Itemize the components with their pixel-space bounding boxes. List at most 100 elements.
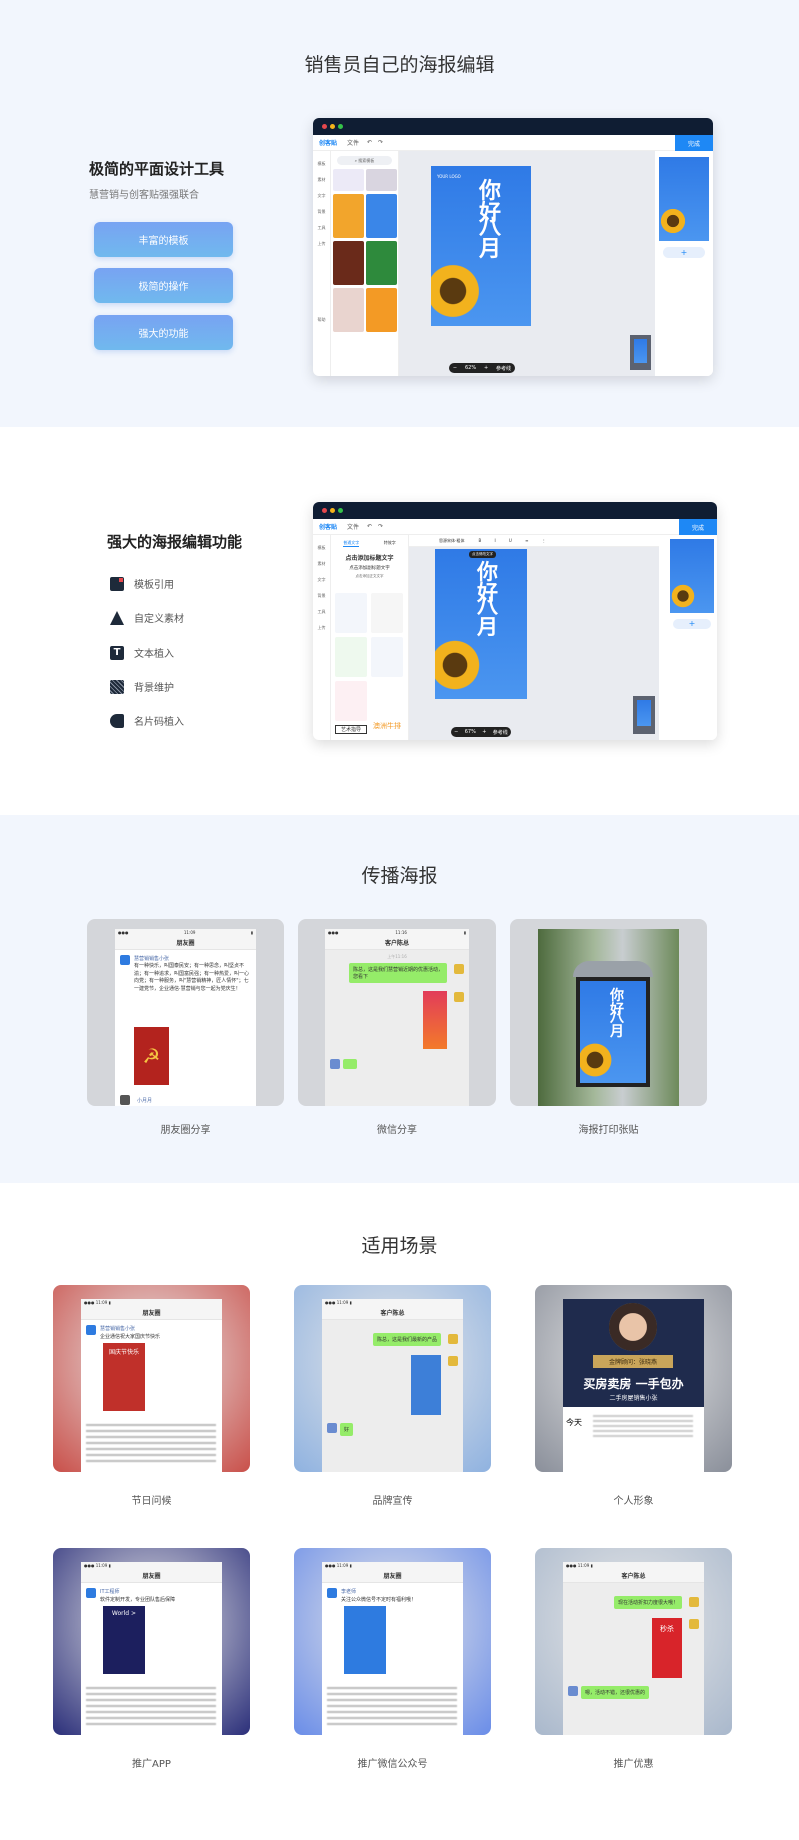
- zoom-in-button[interactable]: +: [484, 365, 488, 371]
- close-dot[interactable]: [322, 124, 327, 129]
- card-caption: 海报打印张贴: [578, 1125, 639, 1136]
- minimap[interactable]: [633, 696, 655, 734]
- template-thumb[interactable]: [333, 169, 364, 191]
- redo-icon[interactable]: ↷: [378, 523, 383, 530]
- rail-text[interactable]: 文字: [313, 193, 330, 199]
- maximize-dot[interactable]: [338, 124, 343, 129]
- page-thumbnail[interactable]: [670, 539, 714, 613]
- page-thumbnail[interactable]: [659, 157, 709, 241]
- steak-text-thumb[interactable]: 澳洲牛排: [373, 723, 401, 730]
- undo-icon[interactable]: ↶: [367, 523, 372, 530]
- feature-item: T 文本植入: [110, 645, 174, 660]
- post-text: 企业通信祝大家国庆节快乐: [100, 1334, 161, 1340]
- minimize-dot[interactable]: [330, 124, 335, 129]
- template-thumb[interactable]: [366, 194, 397, 238]
- maximize-dot[interactable]: [338, 508, 343, 513]
- minimap[interactable]: [630, 335, 651, 370]
- poster-print-card: 你好 八月: [510, 919, 707, 1106]
- poster-title[interactable]: 八月: [477, 595, 507, 637]
- done-button[interactable]: 完成: [675, 135, 713, 151]
- design-canvas[interactable]: YOUR LOGO 你好 八月 − 62% + 参考线: [399, 151, 655, 376]
- text-style-thumb[interactable]: [335, 637, 367, 677]
- text-style-thumb[interactable]: [335, 681, 367, 721]
- template-thumb[interactable]: [333, 194, 364, 238]
- rail-tools[interactable]: 工具: [313, 609, 330, 615]
- tab-normal-text[interactable]: 普通文字: [343, 540, 360, 547]
- art-text-thumb[interactable]: 艺术指导: [335, 725, 367, 734]
- blurred-comments: [86, 1424, 216, 1464]
- add-body-text[interactable]: 点击添加正文文字: [331, 574, 408, 579]
- avatar: [568, 1686, 578, 1696]
- rail-background[interactable]: 背景: [313, 593, 330, 599]
- close-dot[interactable]: [322, 508, 327, 513]
- zoom-in-button[interactable]: +: [482, 729, 486, 735]
- file-menu[interactable]: 文件: [347, 138, 359, 147]
- rail-materials[interactable]: 素材: [313, 177, 330, 183]
- editor-toolbar: 创客贴 文件 ↶ ↷ 完成: [313, 519, 717, 535]
- card-caption: 朋友圈分享: [160, 1125, 211, 1136]
- editor-toolbar: 创客贴 文件 ↶ ↷ 完成: [313, 135, 713, 151]
- template-thumb[interactable]: [366, 288, 397, 332]
- avatar: [120, 1095, 130, 1105]
- poster[interactable]: 点击修改文字 你好 八月: [435, 549, 527, 699]
- template-search-input[interactable]: ⌕ 搜索模板: [337, 156, 392, 165]
- tab-effect-text[interactable]: 特效字: [384, 540, 396, 547]
- rich-templates-button[interactable]: 丰富的模板: [94, 222, 233, 257]
- poster: 你好 八月: [580, 981, 646, 1083]
- ref-line-toggle[interactable]: 参考线: [493, 729, 508, 736]
- add-subtitle-text[interactable]: 点击添加副标题文字: [331, 565, 408, 571]
- simple-operation-button[interactable]: 极简的操作: [94, 268, 233, 303]
- undo-icon[interactable]: ↶: [367, 139, 372, 146]
- feature-label: 自定义素材: [134, 614, 184, 625]
- zoom-out-button[interactable]: −: [454, 729, 458, 735]
- rail-tools[interactable]: 工具: [313, 225, 330, 231]
- rail-upload[interactable]: 上传: [313, 241, 330, 247]
- minimize-dot[interactable]: [330, 508, 335, 513]
- rail-help[interactable]: 帮助: [313, 317, 330, 323]
- phone-nav-title: 朋友圈: [115, 937, 256, 950]
- wechat-share-card: ●●● 11:16 ▮ 客户陈总 上午11:16 陈总，这是我们慧营销近期的优惠活动…: [298, 919, 496, 1106]
- text-style-thumb[interactable]: [371, 593, 403, 633]
- done-button[interactable]: 完成: [679, 519, 717, 535]
- font-select[interactable]: 思源宋体-粗体: [439, 538, 464, 544]
- phone-nav-title: 朋友圈: [81, 1570, 222, 1583]
- text-style-thumb[interactable]: [371, 637, 403, 677]
- add-page-button[interactable]: +: [673, 619, 711, 629]
- text-style-thumb[interactable]: [371, 681, 403, 721]
- format-buttons[interactable]: B I U ≡ ⋮: [478, 538, 551, 543]
- avatar: [86, 1588, 96, 1598]
- template-thumb[interactable]: [366, 169, 397, 191]
- powerful-features-button[interactable]: 强大的功能: [94, 315, 233, 350]
- window-titlebar: [313, 502, 717, 519]
- card-caption: 品牌宣传: [372, 1496, 413, 1507]
- section-editor-features: 强大的海报编辑功能 模板引用 自定义素材 T 文本植入 背景维护 名片码植入 创客…: [0, 427, 799, 815]
- poster[interactable]: YOUR LOGO 你好 八月: [431, 166, 531, 326]
- design-canvas[interactable]: 思源宋体-粗体 B I U ≡ ⋮ 点击修改文字 你好 八月 −67% + 参考线: [409, 535, 659, 740]
- zoom-out-button[interactable]: −: [453, 365, 457, 371]
- rail-templates[interactable]: 模板: [313, 161, 330, 167]
- rail-upload[interactable]: 上传: [313, 625, 330, 631]
- rail-text[interactable]: 文字: [313, 577, 330, 583]
- add-title-text[interactable]: 点击添加标题文字: [331, 553, 408, 562]
- zoom-control[interactable]: − 62% + 参考线: [449, 363, 515, 373]
- phone-nav-title: 朋友圈: [322, 1570, 463, 1583]
- redo-icon[interactable]: ↷: [378, 139, 383, 146]
- template-thumb[interactable]: [333, 241, 364, 285]
- zoom-control[interactable]: −67% + 参考线: [451, 727, 511, 737]
- logo: 创客贴: [319, 524, 338, 531]
- file-menu[interactable]: 文件: [347, 522, 359, 531]
- text-icon: T: [110, 645, 124, 660]
- card-caption: 节日问候: [131, 1496, 172, 1507]
- text-style-thumb[interactable]: [335, 593, 367, 633]
- ref-line-toggle[interactable]: 参考线: [496, 365, 511, 372]
- background-icon: [110, 679, 124, 694]
- template-thumb[interactable]: [333, 288, 364, 332]
- post-poster: 国庆节快乐: [103, 1343, 145, 1411]
- add-page-button[interactable]: +: [663, 247, 705, 258]
- rail-materials[interactable]: 素材: [313, 561, 330, 567]
- section-editor-intro: 销售员自己的海报编辑 极简的平面设计工具 慧营销与创客贴强强联合 丰富的模板 极…: [0, 0, 799, 427]
- template-thumb[interactable]: [366, 241, 397, 285]
- rail-background[interactable]: 背景: [313, 209, 330, 215]
- rail-templates[interactable]: 模板: [313, 545, 330, 551]
- window-titlebar: [313, 118, 713, 135]
